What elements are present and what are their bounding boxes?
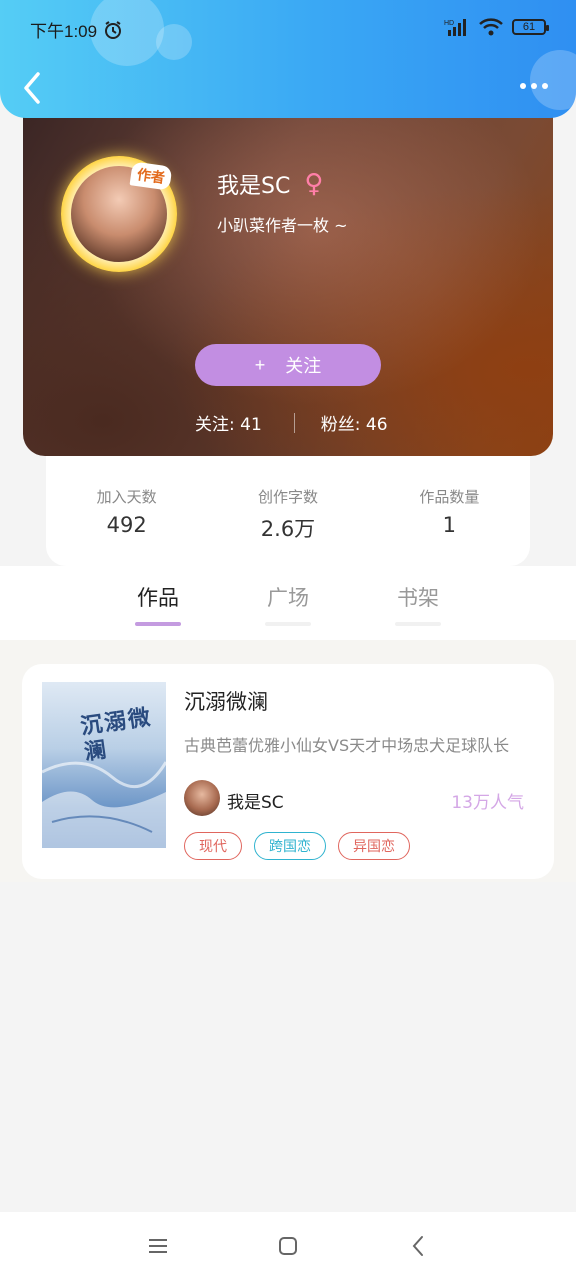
profile-card: 作者 我是SC ♀ 小趴菜作者一枚 ~ + 关注 关注: 41 粉丝: 46	[23, 108, 553, 456]
signal-icon: HD	[444, 19, 466, 36]
cover-title: 沉溺微澜	[78, 704, 154, 766]
stat-value: 2.6万	[260, 517, 316, 541]
battery-icon: 61	[512, 19, 549, 35]
tab-bookshelf[interactable]: 书架	[388, 582, 448, 626]
author-avatar	[184, 780, 220, 816]
battery-level: 61	[522, 21, 536, 33]
more-options-button[interactable]	[520, 78, 552, 94]
chevron-left-icon	[412, 1236, 423, 1256]
profile-bio: 小趴菜作者一枚 ~	[217, 216, 348, 235]
book-title[interactable]: 沉溺微澜	[184, 686, 268, 716]
stat-join-days: 加入天数 492	[46, 450, 207, 566]
dot-icon	[531, 83, 537, 89]
system-back-button[interactable]	[403, 1231, 433, 1261]
tab-label: 书架	[397, 586, 439, 610]
book-description: 古典芭蕾优雅小仙女VS天才中场忠犬足球队长	[184, 736, 510, 755]
tab-square[interactable]: 广场	[258, 582, 318, 626]
status-icons: HD 61	[444, 17, 549, 37]
tab-indicator	[395, 622, 441, 626]
follow-label: 关注	[285, 356, 322, 376]
tab-label: 广场	[267, 586, 309, 610]
decor-bubble	[156, 24, 192, 60]
stat-works-count: 作品数量 1	[369, 450, 530, 566]
stat-value: 492	[106, 513, 147, 537]
book-tags: 现代 跨国恋 异国恋	[184, 832, 410, 860]
home-button[interactable]	[273, 1231, 303, 1261]
dot-icon	[520, 83, 526, 89]
tab-label: 作品	[137, 586, 179, 610]
female-icon: ♀	[304, 169, 324, 199]
stats-card: 加入天数 492 创作字数 2.6万 作品数量 1	[46, 450, 530, 566]
tag-foreign-love[interactable]: 异国恋	[338, 832, 410, 860]
back-button[interactable]	[18, 70, 46, 106]
follow-button[interactable]: + 关注	[195, 344, 381, 386]
svg-text:HD: HD	[444, 20, 454, 27]
system-nav-bar	[0, 1212, 576, 1280]
tag-modern[interactable]: 现代	[184, 832, 242, 860]
header-bar: 下午1:09 HD 61	[0, 0, 576, 118]
stat-word-count: 创作字数 2.6万	[207, 450, 368, 566]
tab-indicator	[265, 622, 311, 626]
following-count[interactable]: 关注: 41	[195, 410, 262, 435]
wifi-icon	[479, 18, 503, 36]
fans-count[interactable]: 粉丝: 46	[321, 410, 388, 435]
menu-button[interactable]	[143, 1231, 173, 1261]
stat-value: 1	[442, 513, 456, 537]
stat-label: 作品数量	[419, 488, 480, 506]
tag-cross-border[interactable]: 跨国恋	[254, 832, 326, 860]
tab-indicator	[135, 622, 181, 626]
book-card[interactable]: 沉溺微澜 沉溺微澜 古典芭蕾优雅小仙女VS天才中场忠犬足球队长 我是SC 13万…	[22, 664, 554, 879]
avatar[interactable]: 作者	[61, 156, 177, 272]
stat-label: 创作字数	[257, 488, 318, 506]
status-time-text: 下午1:09	[30, 22, 98, 41]
name-row: 我是SC ♀	[217, 168, 323, 200]
follow-stats: 关注: 41 粉丝: 46	[195, 410, 388, 435]
alarm-icon	[105, 20, 122, 39]
popularity-count: 13万人气	[451, 793, 524, 813]
tab-works[interactable]: 作品	[128, 582, 188, 626]
book-author: 我是SC	[227, 793, 284, 813]
plus-icon: +	[254, 354, 266, 375]
chevron-left-icon	[24, 72, 40, 104]
home-icon	[279, 1237, 297, 1255]
profile-name: 我是SC	[217, 174, 291, 199]
dot-icon	[542, 83, 548, 89]
stat-label: 加入天数	[96, 488, 157, 506]
tab-bar: 作品 广场 书架	[0, 566, 576, 640]
divider	[293, 412, 295, 433]
book-cover[interactable]: 沉溺微澜	[42, 682, 166, 848]
menu-icon	[149, 1239, 167, 1253]
status-time: 下午1:09	[30, 17, 123, 42]
